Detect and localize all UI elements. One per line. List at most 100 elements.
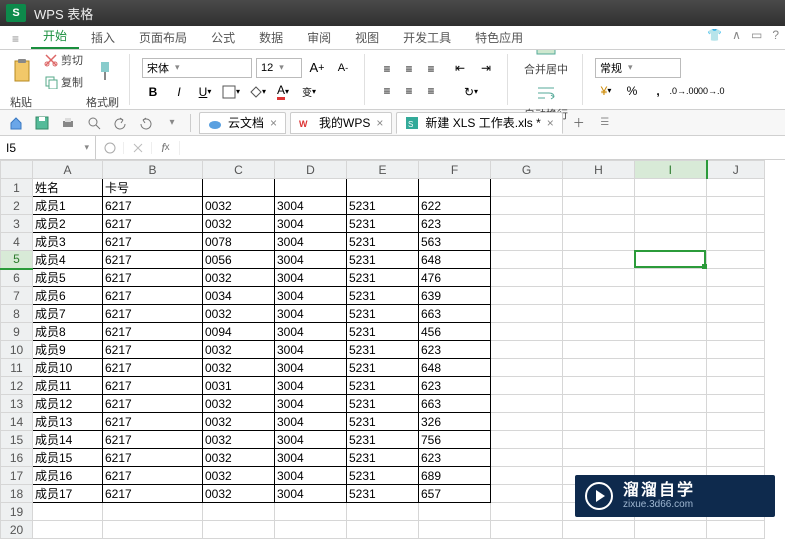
cell-C10[interactable]: 0032 <box>203 341 275 359</box>
cell-C4[interactable]: 0078 <box>203 233 275 251</box>
cell-A1[interactable]: 姓名 <box>33 179 103 197</box>
row-header-14[interactable]: 14 <box>1 413 33 431</box>
cell-D3[interactable]: 3004 <box>275 215 347 233</box>
row-header-4[interactable]: 4 <box>1 233 33 251</box>
orientation-button[interactable]: ↻▾ <box>449 81 493 103</box>
cell-J7[interactable] <box>707 287 765 305</box>
cell-J11[interactable] <box>707 359 765 377</box>
cell-F1[interactable] <box>419 179 491 197</box>
cell-A10[interactable]: 成员9 <box>33 341 103 359</box>
cell-F10[interactable]: 623 <box>419 341 491 359</box>
cell-H11[interactable] <box>563 359 635 377</box>
cell-C15[interactable]: 0032 <box>203 431 275 449</box>
cell-D7[interactable]: 3004 <box>275 287 347 305</box>
cell-I2[interactable] <box>635 197 707 215</box>
cell-C7[interactable]: 0034 <box>203 287 275 305</box>
cell-G2[interactable] <box>491 197 563 215</box>
cell-G11[interactable] <box>491 359 563 377</box>
cell-E13[interactable]: 5231 <box>347 395 419 413</box>
cell-I16[interactable] <box>635 449 707 467</box>
cell-D16[interactable]: 3004 <box>275 449 347 467</box>
row-header-7[interactable]: 7 <box>1 287 33 305</box>
cell-I9[interactable] <box>635 323 707 341</box>
close-tab-icon[interactable]: × <box>376 116 383 130</box>
cell-I1[interactable] <box>635 179 707 197</box>
cell-B19[interactable] <box>103 503 203 521</box>
cell-F9[interactable]: 456 <box>419 323 491 341</box>
row-header-10[interactable]: 10 <box>1 341 33 359</box>
column-header-F[interactable]: F <box>419 161 491 179</box>
cell-D4[interactable]: 3004 <box>275 233 347 251</box>
cell-E15[interactable]: 5231 <box>347 431 419 449</box>
row-header-15[interactable]: 15 <box>1 431 33 449</box>
cell-G6[interactable] <box>491 269 563 287</box>
row-header-16[interactable]: 16 <box>1 449 33 467</box>
cell-I13[interactable] <box>635 395 707 413</box>
align-top-center-button[interactable]: ≡ <box>399 59 419 79</box>
column-header-J[interactable]: J <box>707 161 765 179</box>
menu-tab-数据[interactable]: 数据 <box>247 25 295 49</box>
cell-D9[interactable]: 3004 <box>275 323 347 341</box>
cell-B4[interactable]: 6217 <box>103 233 203 251</box>
cell-F13[interactable]: 663 <box>419 395 491 413</box>
decrease-font-button[interactable]: A- <box>332 57 354 79</box>
row-header-1[interactable]: 1 <box>1 179 33 197</box>
cell-F20[interactable] <box>419 521 491 539</box>
row-header-17[interactable]: 17 <box>1 467 33 485</box>
cell-H20[interactable] <box>563 521 635 539</box>
cell-B1[interactable]: 卡号 <box>103 179 203 197</box>
tab-list-button[interactable]: ☰ <box>595 113 615 133</box>
cell-J1[interactable] <box>707 179 765 197</box>
cell-D11[interactable]: 3004 <box>275 359 347 377</box>
percent-button[interactable]: % <box>621 80 643 102</box>
cell-B11[interactable]: 6217 <box>103 359 203 377</box>
cell-G15[interactable] <box>491 431 563 449</box>
print-preview-icon[interactable] <box>84 113 104 133</box>
new-tab-button[interactable]: ＋ <box>569 113 589 133</box>
cell-J6[interactable] <box>707 269 765 287</box>
cell-G7[interactable] <box>491 287 563 305</box>
cell-D5[interactable]: 3004 <box>275 251 347 269</box>
cell-D2[interactable]: 3004 <box>275 197 347 215</box>
cell-G20[interactable] <box>491 521 563 539</box>
undo-icon[interactable] <box>110 113 130 133</box>
cell-G8[interactable] <box>491 305 563 323</box>
cell-B2[interactable]: 6217 <box>103 197 203 215</box>
menu-tab-开发工具[interactable]: 开发工具 <box>391 25 463 49</box>
cell-E3[interactable]: 5231 <box>347 215 419 233</box>
cell-E4[interactable]: 5231 <box>347 233 419 251</box>
cell-A16[interactable]: 成员15 <box>33 449 103 467</box>
fill-color-button[interactable]: ▾ <box>246 81 268 103</box>
cell-E1[interactable] <box>347 179 419 197</box>
row-header-8[interactable]: 8 <box>1 305 33 323</box>
cell-G9[interactable] <box>491 323 563 341</box>
cell-I10[interactable] <box>635 341 707 359</box>
cell-G17[interactable] <box>491 467 563 485</box>
close-tab-icon[interactable]: × <box>547 116 554 130</box>
row-header-19[interactable]: 19 <box>1 503 33 521</box>
cell-C5[interactable]: 0056 <box>203 251 275 269</box>
cell-B15[interactable]: 6217 <box>103 431 203 449</box>
paste-button[interactable] <box>8 57 36 85</box>
cell-J9[interactable] <box>707 323 765 341</box>
cell-F18[interactable]: 657 <box>419 485 491 503</box>
cell-E9[interactable]: 5231 <box>347 323 419 341</box>
cell-A6[interactable]: 成员5 <box>33 269 103 287</box>
number-format-combo[interactable]: 常规▾ <box>595 58 681 78</box>
cell-G5[interactable] <box>491 251 563 269</box>
cell-H8[interactable] <box>563 305 635 323</box>
cell-A17[interactable]: 成员16 <box>33 467 103 485</box>
cell-J2[interactable] <box>707 197 765 215</box>
cell-I5[interactable] <box>635 251 707 269</box>
cell-G18[interactable] <box>491 485 563 503</box>
cancel-edit-button[interactable] <box>96 142 124 154</box>
row-header-3[interactable]: 3 <box>1 215 33 233</box>
row-header-6[interactable]: 6 <box>1 269 33 287</box>
cell-C13[interactable]: 0032 <box>203 395 275 413</box>
cell-G4[interactable] <box>491 233 563 251</box>
cell-G10[interactable] <box>491 341 563 359</box>
cell-C1[interactable] <box>203 179 275 197</box>
cell-I15[interactable] <box>635 431 707 449</box>
menu-tab-视图[interactable]: 视图 <box>343 25 391 49</box>
cell-J10[interactable] <box>707 341 765 359</box>
